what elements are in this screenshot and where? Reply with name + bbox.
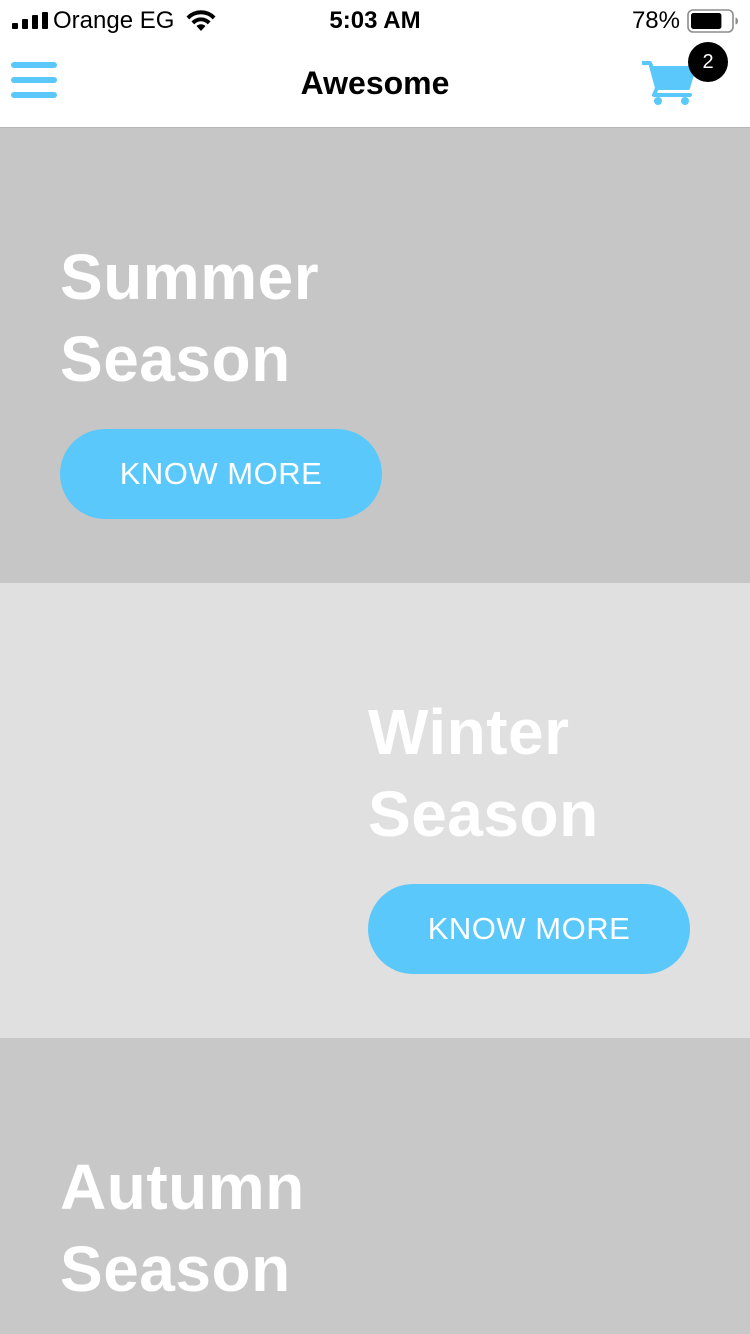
season-title-line2: Season [368, 778, 599, 850]
summer-season-banner: Summer Season KNOW MORE [0, 128, 750, 583]
battery-percent: 78% [631, 7, 680, 34]
winter-season-banner: Winter Season KNOW MORE [0, 583, 750, 1038]
status-bar: Orange EG 5:03 AM 78% [0, 0, 750, 40]
season-title-line1: Summer [60, 241, 320, 313]
autumn-season-banner: Autumn Season [0, 1038, 750, 1334]
winter-know-more-button[interactable]: KNOW MORE [368, 884, 690, 974]
season-title-line2: Season [60, 1233, 291, 1305]
battery-icon [687, 9, 738, 33]
cart-count-badge: 2 [688, 42, 728, 82]
season-title-line1: Winter [368, 696, 570, 768]
season-title-line2: Season [60, 323, 291, 395]
nav-bar: Awesome [0, 40, 750, 128]
page-title: Awesome [300, 65, 450, 101]
season-title: Summer Season [60, 236, 319, 400]
summer-know-more-button[interactable]: KNOW MORE [60, 429, 382, 519]
season-title: Autumn Season [60, 1146, 305, 1310]
season-title-line1: Autumn [60, 1151, 305, 1223]
season-title: Winter Season [368, 691, 599, 855]
